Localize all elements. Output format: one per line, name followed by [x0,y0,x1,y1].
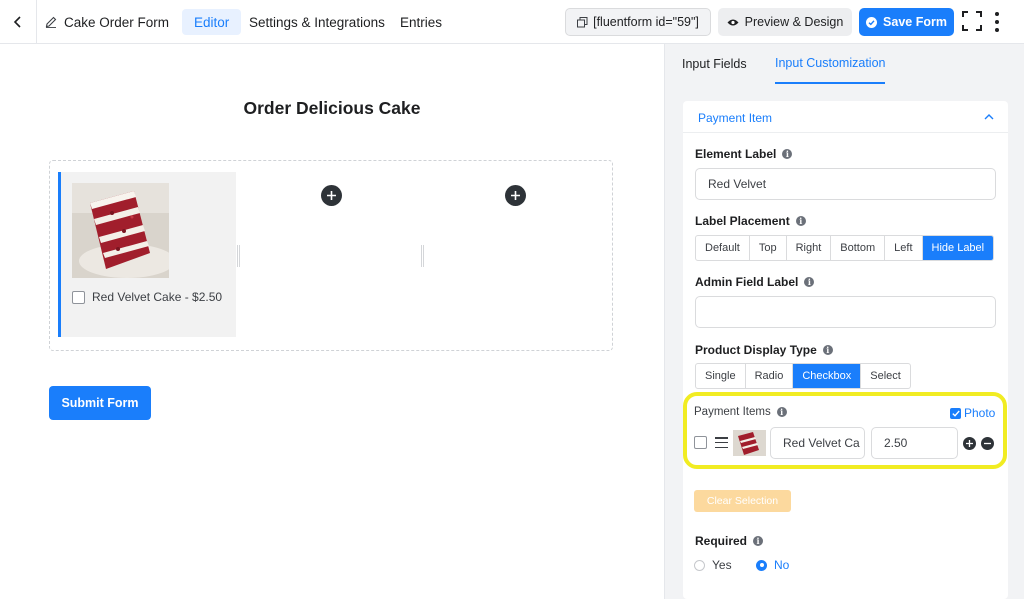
tab-settings-integrations[interactable]: Settings & Integrations [249,9,385,35]
display-option-select[interactable]: Select [861,364,910,388]
photo-label: Photo [964,406,996,420]
chevron-up-icon [984,114,994,120]
placement-option-right[interactable]: Right [787,236,832,260]
dot-icon [995,28,999,32]
plus-icon [327,191,336,200]
admin-field-label-heading: Admin Field Label i [695,275,815,289]
tab-editor[interactable]: Editor [182,9,242,35]
label-placement-text: Label Placement [695,214,790,228]
pencil-icon [45,16,57,28]
payment-item-photo-thumbnail[interactable] [733,430,766,456]
column-container[interactable]: Red Velvet Cake - $2.50 [49,160,613,351]
form-name-label: Cake Order Form [64,14,170,30]
payment-items-heading: Payment Items i [694,406,787,418]
dot-icon [995,12,999,16]
drag-handle-icon[interactable] [715,437,728,448]
photo-checkbox[interactable]: Photo [950,406,995,420]
product-display-type-heading: Product Display Type i [695,343,833,357]
required-option-no[interactable]: No [756,558,789,572]
placement-option-bottom[interactable]: Bottom [831,236,886,260]
display-option-single[interactable]: Single [696,364,746,388]
payment-items-text: Payment Items [694,406,771,418]
admin-field-label-text: Admin Field Label [695,275,799,289]
required-heading: Required i [695,534,764,548]
placement-option-left[interactable]: Left [885,236,923,260]
payment-item-option[interactable]: Red Velvet Cake - $2.50 [72,290,222,304]
payment-item-default-checkbox[interactable] [694,436,707,449]
element-label-heading: Element Label i [695,147,793,161]
placement-option-hide-label[interactable]: Hide Label [922,236,994,260]
placement-option-default[interactable]: Default [696,236,750,260]
preview-design-button[interactable]: Preview & Design [718,8,852,36]
display-option-checkbox[interactable]: Checkbox [793,364,862,388]
payment-item-option-label: Red Velvet Cake - $2.50 [92,290,223,304]
info-icon[interactable]: i [753,536,764,546]
preview-design-label: Preview & Design [744,15,844,29]
required-no-label: No [774,558,790,572]
settings-panel: Payment Item Element Label i Red Velvet … [683,101,1008,599]
plus-icon [966,440,973,447]
panel-title: Payment Item [698,111,773,125]
display-option-radio[interactable]: Radio [746,364,794,388]
payment-item-field[interactable]: Red Velvet Cake - $2.50 [58,172,236,337]
label-placement-heading: Label Placement i [695,214,806,228]
top-bar: Cake Order Form Editor Settings & Integr… [0,0,1024,44]
checkbox-checked-icon [950,407,961,419]
info-icon[interactable]: i [776,407,787,417]
clear-selection-button[interactable]: Clear Selection [694,490,791,512]
column-resize-handle[interactable] [237,245,240,267]
required-yes-label: Yes [712,558,732,572]
info-icon[interactable]: i [804,277,815,287]
fullscreen-icon [962,11,982,31]
placement-option-top[interactable]: Top [750,236,787,260]
info-icon[interactable]: i [822,345,833,355]
back-button[interactable] [0,0,37,44]
add-field-button[interactable] [321,185,342,206]
settings-sidebar: Input Fields Input Customization Payment… [664,44,1024,599]
form-name[interactable]: Cake Order Form [45,0,169,44]
required-option-yes[interactable]: Yes [694,558,732,572]
add-field-button[interactable] [505,185,526,206]
admin-field-label-input[interactable] [695,296,996,328]
save-form-button[interactable]: Save Form [859,8,954,36]
product-display-type-group: Single Radio Checkbox Select [695,363,911,389]
add-item-button[interactable] [963,437,976,450]
checkbox[interactable] [72,290,85,304]
eye-icon [727,19,739,25]
dot-icon [995,20,999,24]
element-label-text: Element Label [695,147,777,161]
fullscreen-button[interactable] [962,11,982,31]
radio-unselected-icon [694,559,705,571]
tab-input-fields[interactable]: Input Fields [682,44,747,84]
plus-icon [511,191,520,200]
tab-entries[interactable]: Entries [400,9,442,35]
remove-item-button[interactable] [981,437,994,450]
column-resize-handle[interactable] [421,245,424,267]
tab-input-customization[interactable]: Input Customization [775,44,886,84]
payment-item-price-input[interactable]: 2.50 [871,427,958,459]
save-form-label: Save Form [883,15,947,29]
form-canvas: Order Delicious Cake Red Velvet Cake - $… [0,44,664,599]
shortcode-button[interactable]: [fluentform id="59"] [565,8,711,36]
chevron-left-icon [13,16,21,28]
label-placement-group: Default Top Right Bottom Left Hide Label [695,235,995,261]
shortcode-text: [fluentform id="59"] [593,15,699,29]
more-options-button[interactable] [991,11,1003,33]
info-icon[interactable]: i [795,216,806,226]
radio-selected-icon [756,559,767,571]
form-title: Order Delicious Cake [243,98,421,118]
element-label-input[interactable]: Red Velvet [695,168,996,200]
submit-form-button[interactable]: Submit Form [49,386,151,420]
cake-image [72,183,169,278]
info-icon[interactable]: i [782,149,793,159]
panel-header[interactable]: Payment Item [683,101,1008,133]
minus-icon [984,442,991,445]
check-circle-icon [866,16,878,28]
required-text: Required [695,534,748,548]
copy-icon [577,16,588,27]
payment-item-label-input[interactable]: Red Velvet Ca [770,427,865,459]
product-display-type-text: Product Display Type [695,343,817,357]
